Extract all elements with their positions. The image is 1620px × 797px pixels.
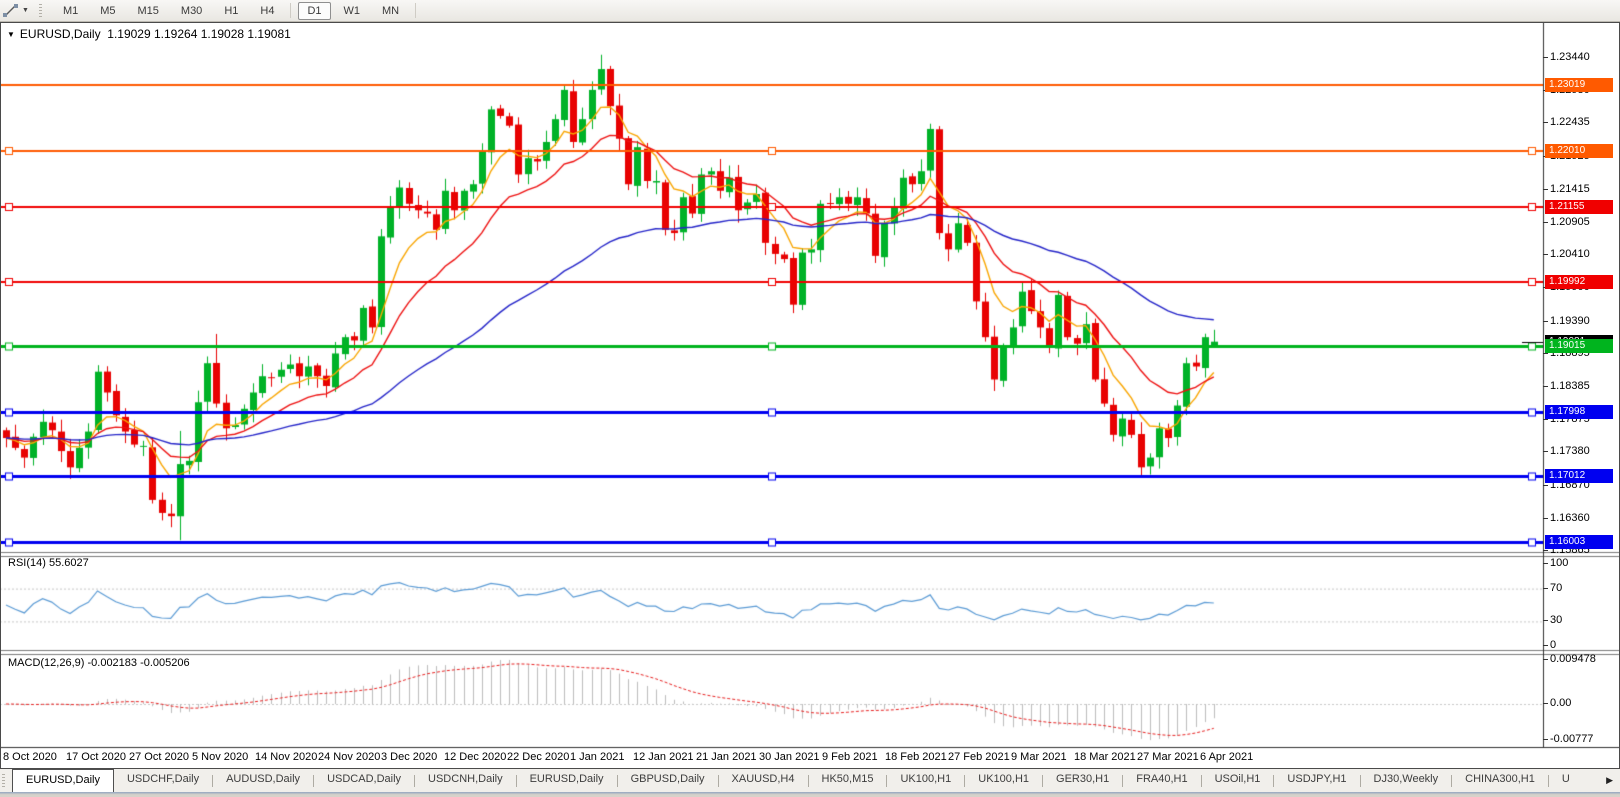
price-axis-tick: 1.20410 [1550,248,1590,261]
toolbar-separator [415,3,416,18]
chart-tab-xauusd-h4[interactable]: XAUUSD,H4 [719,769,808,792]
date-label: 8 Oct 2020 [3,751,57,763]
chart-tab-audusd-daily[interactable]: AUDUSD,Daily [213,769,313,792]
hline-price-label: 1.16003 [1545,535,1613,549]
chart-title-marker-icon: ▼ [7,30,15,39]
price-axis-tick: 1.19390 [1550,315,1590,328]
macd-name: MACD(12,26,9) [8,657,84,669]
date-label: 14 Nov 2020 [255,751,317,763]
chart-tab-uk100-h1[interactable]: UK100,H1 [887,769,964,792]
date-label: 5 Nov 2020 [192,751,248,763]
hline-price-label: 1.19015 [1545,339,1613,353]
macd-values: -0.002183 -0.005206 [87,657,189,669]
date-label: 30 Jan 2021 [759,751,820,763]
chart-tab-usdjpy-h1[interactable]: USDJPY,H1 [1274,769,1359,792]
hline-price-label: 1.21155 [1545,200,1613,214]
timeframe-button-m5[interactable]: M5 [91,2,124,20]
rsi-axis-tick: 0 [1550,639,1556,652]
macd-label: MACD(12,26,9) -0.002183 -0.005206 [8,657,190,669]
timeframe-button-m15[interactable]: M15 [129,2,168,20]
hline-price-label: 1.23019 [1545,78,1613,92]
rsi-value: 55.6027 [49,557,89,569]
chart-tab-bar: EURUSD,DailyUSDCHF,DailyAUDUSD,DailyUSDC… [0,769,1620,792]
timeframe-button-h4[interactable]: H4 [251,2,283,20]
timeframe-button-m1[interactable]: M1 [54,2,87,20]
price-axis-tick: 1.18385 [1550,380,1590,393]
chart-tab-usoil-h1[interactable]: USOil,H1 [1202,769,1274,792]
timeframe-button-d1[interactable]: D1 [298,2,330,20]
date-label: 27 Mar 2021 [1137,751,1199,763]
date-label: 24 Nov 2020 [318,751,380,763]
toolbar-grip [39,4,42,18]
chart-symbol: EURUSD,Daily [20,27,101,41]
tool-dropdown-caret-icon[interactable]: ▼ [22,7,29,14]
chart-title: ▼ EURUSD,Daily 1.19029 1.19264 1.19028 1.… [7,27,291,41]
date-label: 18 Feb 2021 [885,751,947,763]
date-label: 27 Feb 2021 [948,751,1010,763]
price-axis-tick: 1.23440 [1550,51,1590,64]
timeframe-button-w1[interactable]: W1 [335,2,370,20]
date-label: 12 Dec 2020 [444,751,506,763]
chart-tab-usdcnh-daily[interactable]: USDCNH,Daily [415,769,516,792]
price-axis-tick: 1.21415 [1550,183,1590,196]
date-label: 17 Oct 2020 [66,751,126,763]
trendline-tool-icon[interactable] [3,3,18,18]
rsi-label: RSI(14) 55.6027 [8,557,89,569]
date-label: 27 Oct 2020 [129,751,189,763]
chart-tab-usdcad-daily[interactable]: USDCAD,Daily [314,769,414,792]
toolbar-separator [290,3,291,18]
price-axis-tick: 1.17380 [1550,445,1590,458]
price-axis-tick: 1.16360 [1550,512,1590,525]
hline-price-label: 1.17012 [1545,469,1613,483]
date-label: 9 Feb 2021 [822,751,878,763]
price-axis-tick: 1.20905 [1550,216,1590,229]
chart-tab-fra40-h1[interactable]: FRA40,H1 [1123,769,1200,792]
timeframe-button-mn[interactable]: MN [373,2,408,20]
timeframe-toolbar: ▼ M1M5 M15M30H1H4 D1 W1MN [0,0,1620,22]
chart-tab-eurusd-daily[interactable]: EURUSD,Daily [12,769,114,792]
timeframe-button-h1[interactable]: H1 [215,2,247,20]
timeframe-buttons: M1M5 M15M30H1H4 D1 W1MN [52,2,421,20]
chart-tab-gbpusd-daily[interactable]: GBPUSD,Daily [618,769,718,792]
chart-tab-china300-h1[interactable]: CHINA300,H1 [1452,769,1548,792]
chart-tab-eurusd-daily[interactable]: EURUSD,Daily [517,769,617,792]
date-label: 12 Jan 2021 [633,751,694,763]
hline-price-label: 1.22010 [1545,144,1613,158]
rsi-axis-tick: 30 [1550,614,1562,627]
date-label: 21 Jan 2021 [696,751,757,763]
timeframe-button-m30[interactable]: M30 [172,2,211,20]
macd-axis-tick: 0.009478 [1550,653,1596,666]
chart-tab-hk50-m15[interactable]: HK50,M15 [809,769,887,792]
date-label: 6 Apr 2021 [1200,751,1253,763]
chart-tab-dj30-weekly[interactable]: DJ30,Weekly [1361,769,1452,792]
bottom-strip [0,792,1620,797]
tab-scroll-right-button[interactable]: ▶ [1599,769,1620,792]
price-axis-tick: 1.22435 [1550,116,1590,129]
macd-axis-tick: -0.00777 [1550,733,1593,746]
chart-tab-ger30-h1[interactable]: GER30,H1 [1043,769,1122,792]
tabbar-grip [2,774,5,788]
date-label: 18 Mar 2021 [1074,751,1136,763]
date-label: 3 Dec 2020 [381,751,437,763]
rsi-axis-tick: 70 [1550,582,1562,595]
chart-tab-usdchf-daily[interactable]: USDCHF,Daily [114,769,212,792]
price-chart-canvas[interactable] [0,22,1620,769]
chart-tab-u[interactable]: U [1549,769,1583,792]
rsi-name: RSI(14) [8,557,46,569]
date-label: 22 Dec 2020 [507,751,569,763]
hline-price-label: 1.17998 [1545,405,1613,419]
rsi-axis-tick: 100 [1550,557,1568,570]
date-label: 9 Mar 2021 [1011,751,1067,763]
macd-axis-tick: 0.00 [1550,697,1571,710]
chart-tab-uk100-h1[interactable]: UK100,H1 [965,769,1042,792]
chart-quotes: 1.19029 1.19264 1.19028 1.19081 [107,27,291,41]
hline-price-label: 1.19992 [1545,275,1613,289]
date-label: 1 Jan 2021 [570,751,624,763]
